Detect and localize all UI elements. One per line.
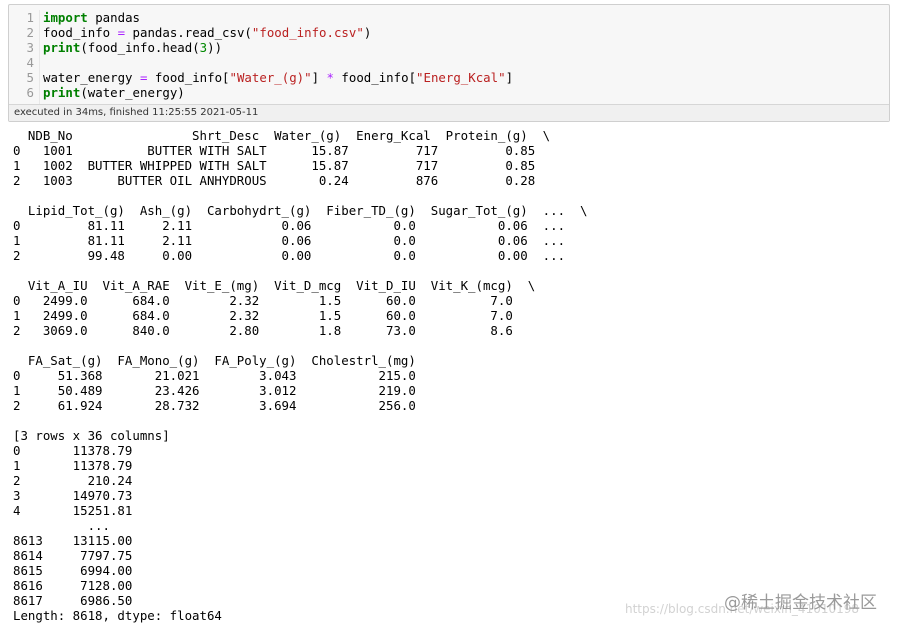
line-number: 6 bbox=[26, 85, 34, 100]
code-text: import pandas bbox=[43, 10, 140, 25]
cell-output: NDB_No Shrt_Desc Water_(g) Energ_Kcal Pr… bbox=[13, 128, 588, 623]
line-number: 5 bbox=[26, 70, 34, 85]
code-token: print bbox=[43, 85, 81, 100]
code-token: = bbox=[117, 25, 126, 40]
code-text: print(food_info.head(3)) bbox=[43, 40, 222, 55]
code-token: print bbox=[43, 40, 81, 55]
code-token: pandas bbox=[87, 10, 140, 25]
code-token: "Water_(g)" bbox=[229, 70, 312, 85]
code-token: import bbox=[43, 10, 88, 25]
code-token: pandas.read_csv( bbox=[125, 25, 252, 40]
code-token: food_info[ bbox=[147, 70, 230, 85]
line-number: 2 bbox=[26, 25, 34, 40]
code-token: (water_energy) bbox=[80, 85, 185, 100]
code-token: food_info[ bbox=[333, 70, 417, 85]
code-token: food_info bbox=[43, 25, 118, 40]
execution-status: executed in 34ms, finished 11:25:55 2021… bbox=[9, 104, 889, 121]
line-number-gutter-border bbox=[39, 10, 40, 110]
code-token: "Energ_Kcal" bbox=[416, 70, 506, 85]
code-editor[interactable]: 1 import pandas 2 food_info = pandas.read_c… bbox=[9, 10, 889, 110]
code-text: food_info = pandas.read_csv("food_info.c… bbox=[43, 25, 371, 40]
code-token: water_energy bbox=[43, 70, 140, 85]
code-token: * bbox=[326, 70, 334, 85]
code-token: (food_info.head( bbox=[80, 40, 200, 55]
code-token: )) bbox=[207, 40, 223, 55]
line-number: 1 bbox=[26, 10, 34, 25]
code-token: ] bbox=[311, 70, 327, 85]
line-number: 4 bbox=[26, 55, 34, 70]
code-cell[interactable]: 1 import pandas 2 food_info = pandas.read_c… bbox=[8, 4, 890, 122]
code-token: "food_info.csv" bbox=[251, 25, 364, 40]
code-text: print(water_energy) bbox=[43, 85, 185, 100]
code-token: ] bbox=[505, 70, 514, 85]
code-text: water_energy = food_info["Water_(g)"] * … bbox=[43, 70, 513, 85]
code-token: ) bbox=[363, 25, 372, 40]
watermark-site: @稀土掘金技术社区 bbox=[724, 593, 877, 613]
line-number: 3 bbox=[26, 40, 34, 55]
